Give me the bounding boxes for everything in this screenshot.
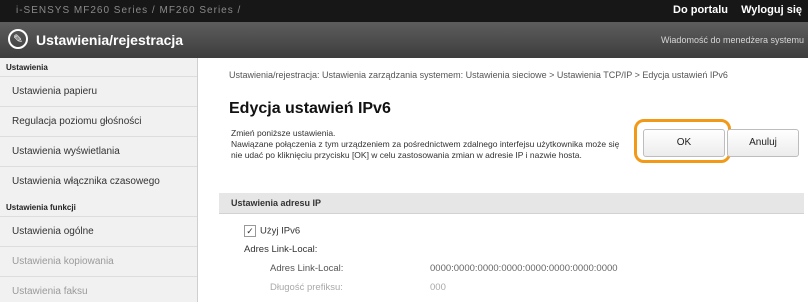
sidebar-item-paper-settings[interactable]: Ustawienia papieru <box>0 76 197 106</box>
prefix-length-value: 000 <box>430 282 446 293</box>
sidebar-header-function-settings: Ustawienia funkcji <box>6 203 76 212</box>
portal-link[interactable]: Do portalu <box>673 4 728 16</box>
link-local-address-value: 0000:0000:0000:0000:0000:0000:0000:0000 <box>430 263 618 274</box>
top-bar: i-SENSYS MF260 Series / MF260 Series / D… <box>0 0 808 22</box>
sidebar-item-copy-settings[interactable]: Ustawienia kopiowania <box>0 246 197 276</box>
device-name: i-SENSYS MF260 Series / MF260 Series / <box>16 5 242 16</box>
cancel-button[interactable]: Anuluj <box>727 129 799 157</box>
settings-registration-icon: ✎ <box>8 29 28 49</box>
app-title: Ustawienia/rejestracja <box>36 32 184 48</box>
description-line-2: Nawiązane połączenia z tym urządzeniem z… <box>231 139 620 160</box>
prefix-length-label: Długość prefiksu: <box>270 282 343 293</box>
top-links: Do portalu Wyloguj się <box>663 4 802 16</box>
message-to-admin-link[interactable]: Wiadomość do menedżera systemu <box>661 35 804 45</box>
page-title: Edycja ustawień IPv6 <box>229 100 391 117</box>
section-title: Ustawienia adresu IP <box>231 198 322 208</box>
sidebar-item-display-settings[interactable]: Ustawienia wyświetlania <box>0 136 197 166</box>
sidebar-item-timer-settings[interactable]: Ustawienia włącznika czasowego <box>0 166 197 196</box>
main-content: Ustawienia/rejestracja: Ustawienia zarzą… <box>198 58 808 302</box>
sidebar-header-settings: Ustawienia <box>6 63 48 72</box>
sidebar-item-general-settings[interactable]: Ustawienia ogólne <box>0 216 197 246</box>
use-ipv6-checkbox[interactable]: ✓ Użyj IPv6 <box>244 225 300 237</box>
link-local-heading: Adres Link-Local: <box>244 244 318 255</box>
description-line-1: Zmień poniższe ustawienia. <box>231 128 336 138</box>
logout-link[interactable]: Wyloguj się <box>741 4 802 16</box>
breadcrumb: Ustawienia/rejestracja: Ustawienia zarzą… <box>229 70 728 80</box>
title-bar: ✎ Ustawienia/rejestracja Wiadomość do me… <box>0 22 808 58</box>
use-ipv6-label: Użyj IPv6 <box>260 225 301 237</box>
sidebar: Ustawienia Ustawienia papieru Regulacja … <box>0 58 198 302</box>
link-local-address-label: Adres Link-Local: <box>270 263 344 274</box>
description: Zmień poniższe ustawienia. Nawiązane poł… <box>231 128 621 161</box>
sidebar-item-volume[interactable]: Regulacja poziomu głośności <box>0 106 197 136</box>
checkbox-check-icon[interactable]: ✓ <box>244 225 256 237</box>
section-header-ip-address: Ustawienia adresu IP <box>219 193 804 214</box>
ok-button[interactable]: OK <box>643 129 725 157</box>
